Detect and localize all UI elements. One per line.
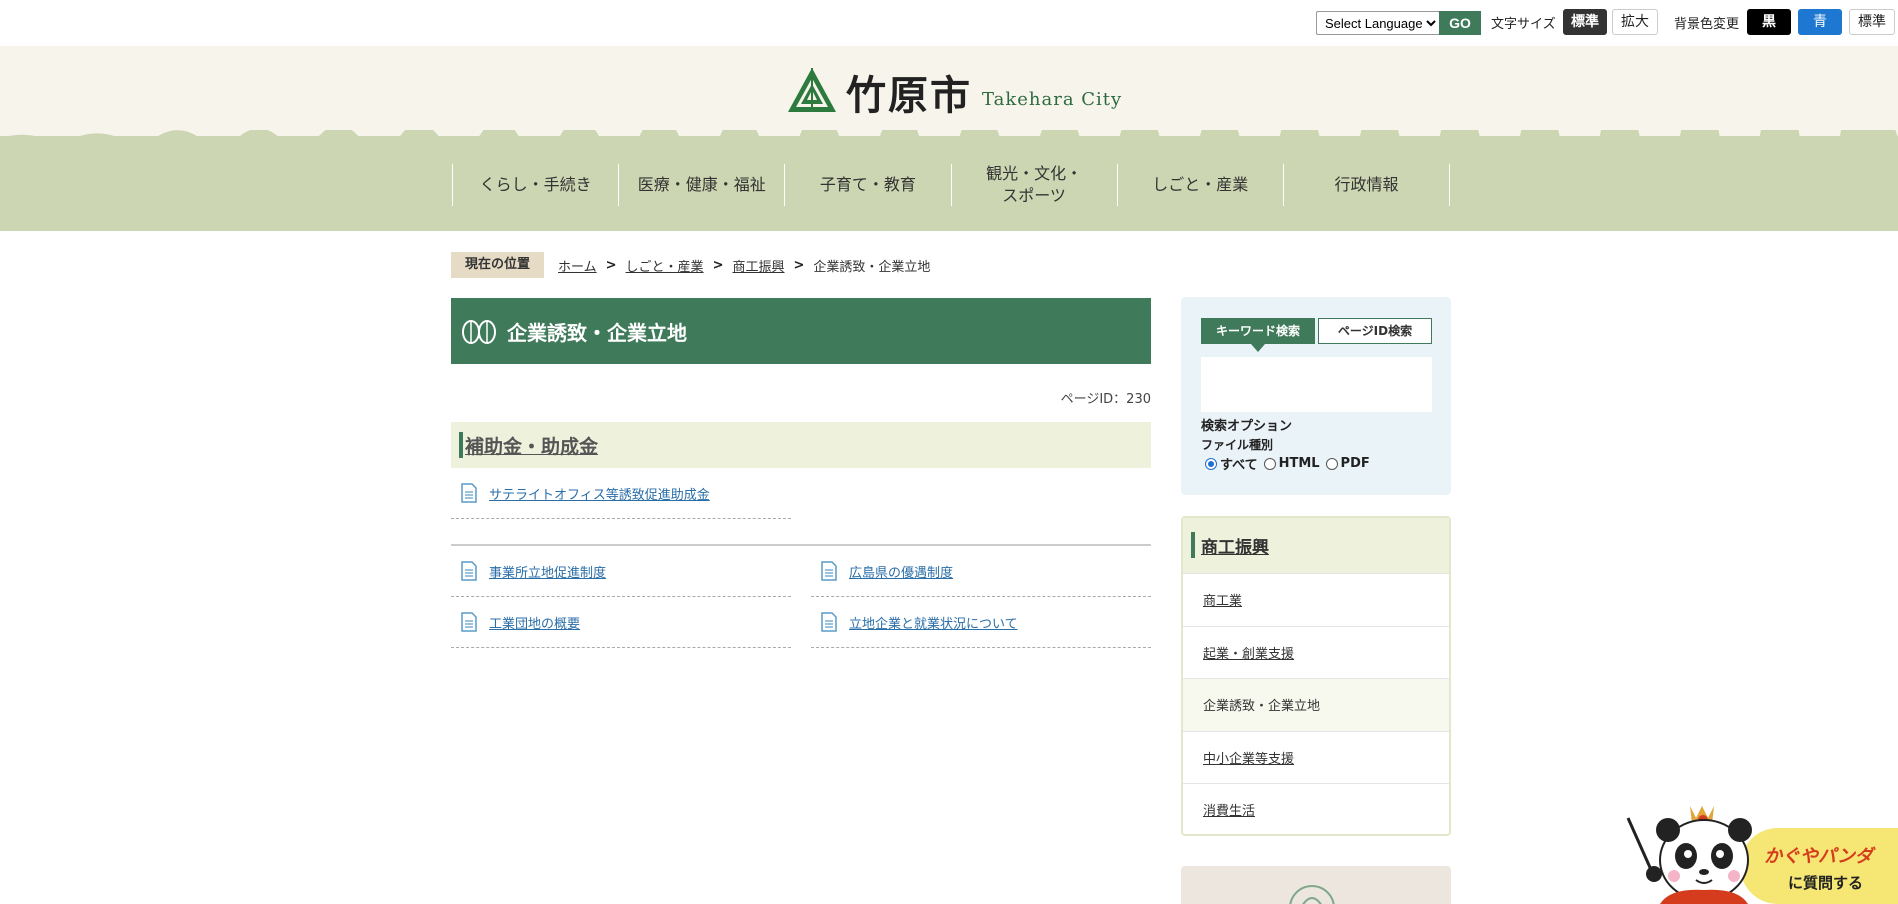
breadcrumb-current: 企業誘致・企業立地: [813, 259, 931, 275]
chatbot-launcher[interactable]: かぐやパンダ に質問する: [1620, 800, 1898, 904]
sidebar-item-label[interactable]: 起業・創業支援: [1203, 643, 1294, 662]
radio-label: すべて: [1220, 458, 1258, 473]
list-item: 事業所立地促進制度: [451, 546, 791, 597]
radio-label: HTML: [1278, 456, 1320, 471]
sidebar-item-label[interactable]: 商工業: [1203, 590, 1242, 609]
logo-text-ja: 竹原市: [846, 72, 972, 119]
chatbot-subtitle[interactable]: に質問する: [1788, 872, 1863, 893]
bg-color-label: 背景色変更: [1674, 17, 1740, 32]
tab-page-id-search[interactable]: ページID検索: [1318, 318, 1432, 344]
file-type-option-pdf[interactable]: PDF: [1325, 456, 1370, 471]
gnav-item-tourism[interactable]: 観光・文化・ スポーツ: [950, 164, 1117, 206]
city-emblem-icon: [788, 68, 836, 112]
bg-standard-button[interactable]: 標準: [1849, 9, 1895, 35]
sidebar-item-label: 企業誘致・企業立地: [1203, 699, 1321, 715]
page-id: ページID：230: [1060, 392, 1151, 407]
sidebar-item-consumer[interactable]: 消費生活: [1183, 783, 1449, 836]
section-heading: 補助金・助成金: [451, 422, 1151, 468]
radio-selected-icon[interactable]: [1205, 457, 1217, 470]
panda-mascot-icon: [1626, 806, 1752, 904]
site-logo[interactable]: 竹原市 Takehara City: [786, 64, 1122, 120]
search-options-label: 検索オプション: [1201, 419, 1293, 434]
page-link[interactable]: 事業所立地促進制度: [489, 562, 606, 581]
breadcrumb: 現在の位置 ホーム > しごと・産業 > 商工振興 > 企業誘致・企業立地: [451, 252, 930, 278]
breadcrumb-separator: >: [793, 257, 805, 273]
gnav-label: 子育て・教育: [819, 175, 916, 194]
file-type-option-all[interactable]: すべて: [1205, 454, 1258, 473]
section-link-list: サテライトオフィス等誘致促進助成金: [451, 468, 1151, 519]
file-type-radio-group: すべて HTML PDF: [1205, 454, 1376, 473]
breadcrumb-link-business[interactable]: しごと・産業: [626, 256, 704, 275]
gnav-label: 観光・文化・ スポーツ: [986, 164, 1083, 205]
list-item: 広島県の優遇制度: [811, 546, 1151, 597]
sidebar-item-label[interactable]: 消費生活: [1203, 800, 1255, 819]
breadcrumb-link-commerce[interactable]: 商工振興: [732, 256, 784, 275]
global-nav: くらし・手続き 医療・健康・福祉 子育て・教育 観光・文化・ スポーツ しごと・…: [0, 130, 1898, 231]
breadcrumb-separator: >: [605, 257, 617, 273]
global-nav-list: くらし・手続き 医療・健康・福祉 子育て・教育 観光・文化・ スポーツ しごと・…: [452, 164, 1451, 206]
sidebar-item-startup[interactable]: 起業・創業支援: [1183, 625, 1449, 679]
font-size-large-button[interactable]: 拡大: [1612, 9, 1658, 35]
document-icon: [461, 612, 477, 632]
sidebar-item-label[interactable]: 中小企業等支援: [1203, 748, 1294, 767]
list-item: 立地企業と就業状況について: [811, 597, 1151, 648]
file-type-label: ファイル種別: [1201, 438, 1274, 452]
page-title-bar: 企業誘致・企業立地: [451, 298, 1151, 364]
main-content: 企業誘致・企業立地 ページID：230 補助金・助成金 サテライトオフィス等誘致…: [451, 298, 1151, 648]
subnav-heading-link[interactable]: 商工振興: [1201, 533, 1269, 558]
page-link[interactable]: サテライトオフィス等誘致促進助成金: [489, 484, 710, 503]
page-link[interactable]: 立地企業と就業状況について: [849, 613, 1018, 632]
city-emblem-icon: [1289, 885, 1335, 904]
bamboo-leaf-icon: [462, 320, 496, 344]
font-size-label: 文字サイズ: [1491, 17, 1556, 32]
document-icon: [461, 561, 477, 581]
gnav-label: くらし・手続き: [479, 175, 592, 194]
tab-keyword-search[interactable]: キーワード検索: [1201, 318, 1315, 352]
utility-bar: Select Language GO 文字サイズ 標準 拡大 背景色変更 黒 青…: [0, 0, 1898, 46]
font-size-standard-button[interactable]: 標準: [1563, 9, 1607, 35]
sidebar-item-commerce[interactable]: 商工業: [1183, 573, 1449, 626]
document-icon: [821, 612, 837, 632]
bg-black-button[interactable]: 黒: [1747, 9, 1791, 35]
search-panel: キーワード検索 ページID検索 検索オプション ファイル種別 すべて HTML …: [1181, 297, 1451, 495]
breadcrumb-separator: >: [712, 257, 724, 273]
gnav-label: 行政情報: [1334, 175, 1399, 194]
page-link-list: 事業所立地促進制度 広島県の優遇制度 工業団地の概要 立地企業と就業状況について: [451, 546, 1151, 648]
gnav-item-childcare[interactable]: 子育て・教育: [784, 164, 950, 206]
radio-label: PDF: [1340, 456, 1370, 471]
radio-icon[interactable]: [1263, 457, 1276, 470]
subnav-heading: 商工振興: [1183, 518, 1449, 573]
language-select[interactable]: Select Language: [1316, 11, 1440, 35]
page-link[interactable]: 広島県の優遇制度: [849, 562, 953, 581]
page-link[interactable]: 工業団地の概要: [489, 613, 580, 632]
sidebar-item-sme-support[interactable]: 中小企業等支援: [1183, 730, 1449, 784]
nav-torn-edge: [0, 130, 1898, 142]
list-item: 工業団地の概要: [451, 597, 791, 648]
radio-icon[interactable]: [1325, 457, 1338, 470]
section-heading-link[interactable]: 補助金・助成金: [465, 432, 598, 459]
gnav-item-living[interactable]: くらし・手続き: [452, 164, 618, 206]
document-icon: [821, 561, 837, 581]
gnav-item-health[interactable]: 医療・健康・福祉: [618, 164, 784, 206]
bg-blue-button[interactable]: 青: [1798, 9, 1842, 35]
gnav-label: 医療・健康・福祉: [637, 175, 766, 194]
list-item: サテライトオフィス等誘致促進助成金: [451, 468, 791, 519]
search-input[interactable]: [1201, 357, 1432, 412]
language-go-button[interactable]: GO: [1439, 11, 1481, 35]
logo-text-en: Takehara City: [982, 88, 1123, 110]
chatbot-title[interactable]: かぐやパンダ: [1764, 842, 1873, 868]
site-header: 竹原市 Takehara City: [0, 46, 1898, 136]
sidebar-item-company-location: 企業誘致・企業立地: [1183, 678, 1449, 731]
sidebar-banner[interactable]: [1181, 866, 1451, 904]
document-icon: [461, 483, 477, 503]
breadcrumb-label: 現在の位置: [451, 252, 545, 278]
page-title: 企業誘致・企業立地: [507, 320, 687, 345]
gnav-label: しごと・産業: [1152, 175, 1249, 194]
file-type-option-html[interactable]: HTML: [1263, 456, 1320, 471]
gnav-item-administration[interactable]: 行政情報: [1282, 164, 1451, 206]
sidebar-subnav: 商工振興 商工業 起業・創業支援 企業誘致・企業立地 中小企業等支援 消費生活: [1181, 516, 1451, 836]
breadcrumb-link-home[interactable]: ホーム: [558, 256, 597, 275]
gnav-item-business[interactable]: しごと・産業: [1116, 164, 1283, 206]
